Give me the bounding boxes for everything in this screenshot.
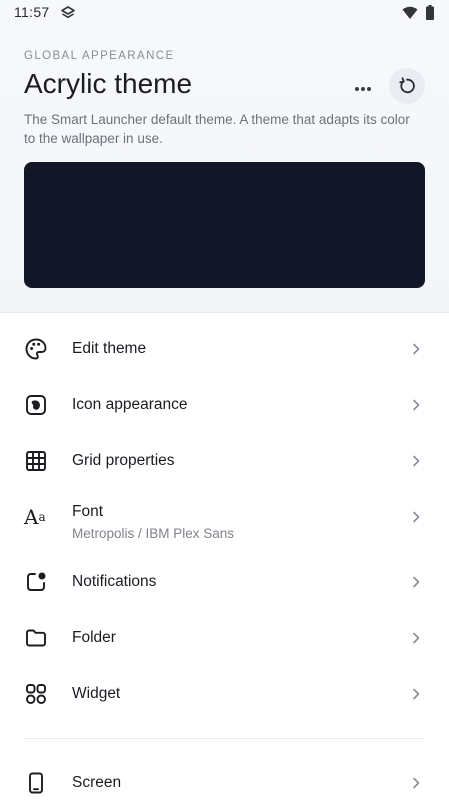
menu-label: Notifications <box>72 573 157 590</box>
chevron-right-icon <box>413 511 420 523</box>
grid-icon <box>26 451 46 471</box>
menu-item-grid-properties[interactable]: Grid properties <box>0 433 449 489</box>
menu-item-edit-theme[interactable]: Edit theme <box>0 321 449 377</box>
menu-label: Grid properties <box>72 452 175 469</box>
font-icon: Aa <box>24 505 46 529</box>
section-overline: GLOBAL APPEARANCE <box>24 50 175 62</box>
menu-label: Icon appearance <box>72 396 188 413</box>
menu-item-widget[interactable]: Widget <box>0 666 449 722</box>
reset-icon <box>399 77 415 94</box>
menu-item-icon-appearance[interactable]: Icon appearance <box>0 377 449 433</box>
menu-item-folder[interactable]: Folder <box>0 610 449 666</box>
reset-theme-button[interactable] <box>389 68 425 104</box>
notification-badge-icon <box>27 572 46 591</box>
menu-item-screen[interactable]: Screen <box>0 755 449 811</box>
theme-description: The Smart Launcher default theme. A them… <box>24 112 410 146</box>
menu-subtitle: Metropolis / IBM Plex Sans <box>72 526 235 541</box>
icon-shape-icon <box>26 395 46 415</box>
phone-screen-icon <box>29 772 43 794</box>
chevron-right-icon <box>413 399 420 411</box>
palette-icon <box>25 338 47 360</box>
section-divider <box>24 738 425 739</box>
menu-item-font[interactable]: Aa Font Metropolis / IBM Plex Sans <box>0 489 449 553</box>
more-horizontal-icon <box>355 87 371 91</box>
menu-label: Screen <box>72 774 122 791</box>
wifi-icon <box>402 6 418 19</box>
chevron-right-icon <box>413 632 420 644</box>
chevron-right-icon <box>413 688 420 700</box>
battery-icon <box>426 5 434 20</box>
widget-icon <box>26 684 46 704</box>
theme-preview[interactable] <box>24 162 425 288</box>
more-options-button[interactable] <box>346 72 380 106</box>
menu-label: Edit theme <box>72 340 147 357</box>
chevron-right-icon <box>413 343 420 355</box>
menu-item-notifications[interactable]: Notifications <box>0 554 449 610</box>
menu-label: Widget <box>72 685 121 702</box>
layers-icon <box>61 6 75 19</box>
folder-icon <box>26 629 46 647</box>
status-time: 11:57 <box>14 4 50 20</box>
page-title: Acrylic theme <box>24 68 193 99</box>
status-bar: 11:57 <box>0 0 449 26</box>
theme-header: GLOBAL APPEARANCE Acrylic theme The Smar… <box>0 26 449 313</box>
menu-label: Font <box>72 503 104 520</box>
chevron-right-icon <box>413 777 420 789</box>
chevron-right-icon <box>413 576 420 588</box>
chevron-right-icon <box>413 455 420 467</box>
menu-label: Folder <box>72 629 116 646</box>
